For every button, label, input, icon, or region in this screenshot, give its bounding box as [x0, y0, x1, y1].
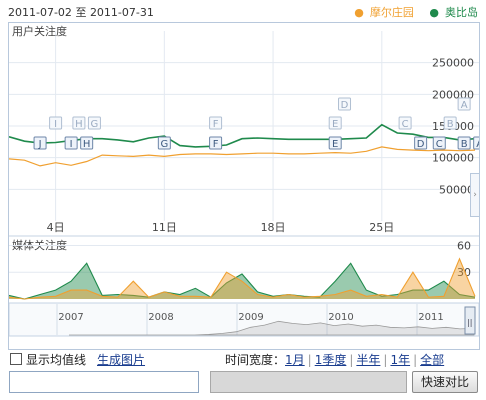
- period-half-year[interactable]: 半年: [356, 353, 380, 367]
- media-chart-series: [9, 257, 476, 300]
- date-start: 2011-07-02: [8, 6, 72, 19]
- chart-canvas: 25000020000015000010000050000 4日11日18日25…: [9, 24, 479, 337]
- media-chart-grid: [9, 244, 479, 273]
- annotation-letter: C: [436, 139, 443, 150]
- quick-compare-button[interactable]: 快速对比: [412, 371, 478, 393]
- x-tick-label: 18日: [261, 221, 286, 234]
- generate-image-link[interactable]: 生成图片: [97, 353, 145, 367]
- date-end: 2011-07-31: [89, 6, 154, 19]
- annotation-letter: D: [341, 100, 349, 111]
- annotation-letter: A: [476, 139, 479, 150]
- legend-label: 奥比岛: [445, 6, 478, 19]
- legend-label: 摩尔庄园: [369, 6, 414, 19]
- annotation-letter: H: [83, 139, 91, 150]
- separator: |: [383, 353, 388, 367]
- main-chart-series: [9, 123, 476, 167]
- legend-marker-green: ●: [429, 6, 439, 19]
- top-bar: 2011-07-02 至 2011-07-31 ● 摩尔庄园 ● 奥比岛: [8, 2, 478, 20]
- y-tick-label: 100000: [432, 152, 474, 165]
- annotation-letter: B: [461, 139, 468, 150]
- annotation-letter: B: [447, 119, 454, 130]
- overview-year-label: 2011: [418, 312, 443, 323]
- time-width-controls: 时间宽度：1月 | 1季度 | 半年 | 1年 | 全部: [225, 351, 444, 368]
- x-tick-label: 11日: [152, 221, 177, 234]
- x-tick-label: 4日: [47, 221, 65, 234]
- avg-line-label: 显示均值线: [26, 353, 87, 367]
- legend-item-aobidao[interactable]: ● 奥比岛: [423, 6, 478, 19]
- date-separator: 至: [75, 6, 87, 19]
- y-tick-label: 60: [457, 239, 471, 252]
- y-tick-label: 250000: [432, 57, 474, 70]
- main-chart-x-ticks: 4日 11日 18日 25日: [47, 221, 395, 234]
- period-all[interactable]: 全部: [420, 353, 444, 367]
- legend-marker-orange: ●: [354, 6, 364, 19]
- annotation-letter: A: [461, 100, 468, 111]
- x-tick-label: 25日: [369, 221, 394, 234]
- annotation-letter: I: [70, 139, 73, 150]
- range-handle-grip-icon: ||: [467, 318, 472, 327]
- date-range: 2011-07-02 至 2011-07-31: [8, 4, 154, 20]
- overview-year-label: 2010: [328, 312, 353, 323]
- annotation-letter: E: [332, 119, 338, 130]
- chart-next-arrow-icon[interactable]: ›: [470, 173, 479, 217]
- annotation-letter: D: [417, 139, 425, 150]
- compare-input-1[interactable]: [9, 371, 199, 393]
- annotation-letter: G: [91, 119, 99, 130]
- annotation-letter: J: [38, 139, 42, 150]
- annotation-letter: F: [213, 139, 219, 150]
- legend-item-morzhuangyuan[interactable]: ● 摩尔庄园: [348, 6, 417, 19]
- chart-legend: ● 摩尔庄园 ● 奥比岛: [342, 4, 478, 20]
- chart-panel: 25000020000015000010000050000 4日11日18日25…: [8, 22, 480, 350]
- period-1-quarter[interactable]: 1季度: [315, 353, 347, 367]
- separator: |: [349, 353, 354, 367]
- separator: |: [413, 353, 418, 367]
- annotation-letter: H: [75, 119, 83, 130]
- main-chart-title: 用户关注度: [12, 24, 67, 38]
- avg-line-toggle[interactable]: 显示均值线: [10, 351, 86, 368]
- time-width-label: 时间宽度：: [225, 353, 286, 367]
- avg-line-checkbox[interactable]: [10, 353, 22, 365]
- annotation-letter: E: [332, 139, 338, 150]
- overview-year-label: 2009: [238, 312, 263, 323]
- main-chart-annotations: JIIHHGGFFEEDCDCBABA: [33, 97, 479, 150]
- compare-input-2[interactable]: [210, 371, 407, 393]
- series-line-morzhuangyuan: [9, 146, 476, 167]
- annotation-letter: G: [160, 139, 168, 150]
- separator: |: [307, 353, 312, 367]
- period-1-month[interactable]: 1月: [285, 353, 305, 367]
- annotation-letter: C: [402, 119, 409, 130]
- annotation-letter: F: [213, 119, 219, 130]
- period-1-year[interactable]: 1年: [390, 353, 410, 367]
- overview-year-label: 2007: [58, 312, 83, 323]
- y-tick-label: 50000: [439, 183, 474, 196]
- overview-year-label: 2008: [148, 312, 173, 323]
- annotation-letter: I: [54, 119, 57, 130]
